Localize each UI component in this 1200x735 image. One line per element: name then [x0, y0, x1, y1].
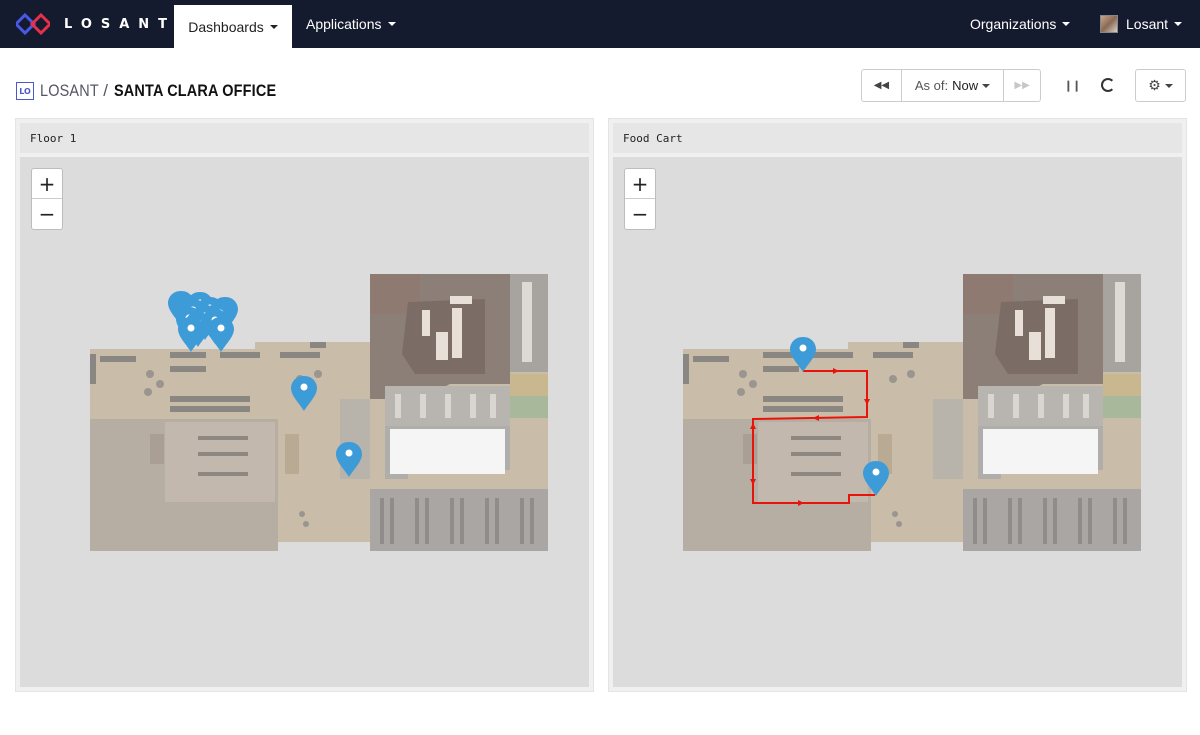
floor-1-widget: Floor 1 + − [15, 118, 594, 692]
rewind-button[interactable]: ◀◀ [862, 70, 902, 101]
chevron-down-icon [982, 83, 991, 88]
food-cart-widget: Food Cart + − [608, 118, 1187, 692]
nav-organizations[interactable]: Organizations [970, 0, 1071, 48]
zoom-in-button[interactable]: + [32, 169, 62, 199]
pause-button[interactable]: ❙❙ [1061, 76, 1083, 94]
chevron-down-icon [269, 24, 278, 29]
as-of-value: Now [952, 78, 979, 93]
fast-forward-button[interactable]: ▶▶ [1004, 70, 1040, 101]
zoom-in-button[interactable]: + [625, 169, 655, 199]
widget-title: Food Cart [613, 123, 1182, 153]
rewind-icon: ◀◀ [873, 80, 890, 91]
chevron-down-icon [1174, 22, 1183, 26]
as-of-label: As of: [914, 78, 949, 93]
chevron-down-icon [1164, 83, 1173, 88]
brand-logo[interactable]: LOSANT [16, 12, 176, 36]
floor-plan-image [90, 274, 548, 551]
floor-1-map[interactable]: + − [20, 157, 589, 687]
fast-forward-icon: ▶▶ [1014, 80, 1030, 91]
gear-icon: ⚙ [1148, 77, 1161, 93]
zoom-out-button[interactable]: − [32, 199, 62, 229]
time-controls: ◀◀ As of: Now ▶▶ [861, 69, 1041, 102]
food-cart-map[interactable]: + − [613, 157, 1182, 687]
nav-applications[interactable]: Applications [306, 0, 396, 48]
zoom-controls: + − [31, 168, 63, 230]
floor-plan-image [683, 274, 1141, 551]
location-marker[interactable] [208, 317, 234, 352]
as-of-dropdown[interactable]: As of: Now [902, 70, 1005, 101]
widget-title: Floor 1 [20, 123, 589, 153]
nav-dashboards[interactable]: Dashboards [174, 5, 292, 48]
pause-icon: ❙❙ [1063, 79, 1081, 92]
page-title: SANTA CLARA OFFICE [113, 81, 277, 100]
top-navbar: LOSANT Dashboards Applications Organizat… [0, 0, 1200, 48]
user-name: Losant [1126, 16, 1169, 32]
breadcrumb: LO LOSANT / SANTA CLARA OFFICE [16, 80, 305, 102]
avatar [1100, 15, 1118, 33]
nav-dashboards-label: Dashboards [188, 18, 264, 35]
settings-dropdown[interactable]: ⚙ [1135, 69, 1186, 102]
app-badge: LO [16, 82, 34, 100]
refresh-spinner-icon [1101, 78, 1115, 92]
breadcrumb-app-link[interactable]: LOSANT [40, 81, 99, 101]
breadcrumb-separator: / [103, 81, 108, 100]
user-menu[interactable]: Losant [1100, 0, 1183, 48]
chevron-down-icon [1062, 22, 1071, 26]
nav-applications-label: Applications [306, 16, 382, 32]
zoom-out-button[interactable]: − [625, 199, 655, 229]
losant-logo-icon [16, 13, 50, 35]
location-marker[interactable] [178, 317, 204, 352]
nav-organizations-label: Organizations [970, 16, 1057, 32]
zoom-controls: + − [624, 168, 656, 230]
brand-name: LOSANT [64, 16, 177, 32]
chevron-down-icon [387, 22, 396, 26]
